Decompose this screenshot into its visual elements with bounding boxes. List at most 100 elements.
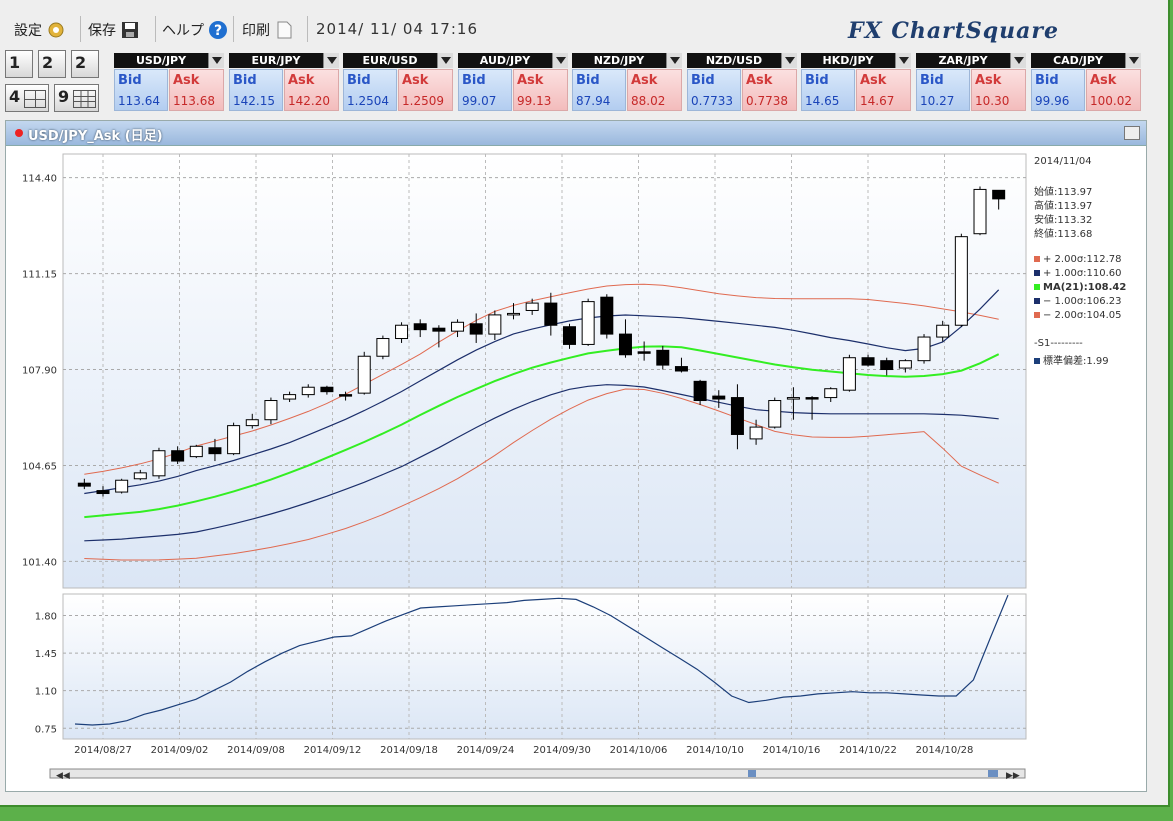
ask-label: Ask (402, 73, 429, 88)
bid-button[interactable]: Bid 1.2504 (343, 69, 397, 111)
quote-zar-jpy[interactable]: ZAR/JPY Bid 10.27 Ask 10.30 (916, 53, 1026, 111)
layout-9-label: 9 (58, 87, 70, 106)
bid-price: 0.7733 (691, 94, 733, 108)
quote-usd-jpy[interactable]: USD/JPY Bid 113.64 Ask 113.68 (114, 53, 224, 111)
ask-button[interactable]: Ask 10.30 (971, 69, 1026, 111)
layout-4-label: 4 (9, 87, 21, 106)
x-tick-label: 2014/10/28 (916, 745, 974, 756)
layout-4-button[interactable]: 4 (5, 84, 49, 112)
quote-cad-jpy[interactable]: CAD/JPY Bid 99.96 Ask 100.02 (1031, 53, 1141, 111)
quote-aud-jpy[interactable]: AUD/JPY Bid 99.07 Ask 99.13 (458, 53, 568, 111)
bid-button[interactable]: Bid 87.94 (572, 69, 626, 111)
price-chart[interactable]: 114.40 111.15 107.90 104.65 101.40 2014/08/27… (6, 121, 1146, 791)
ask-button[interactable]: Ask 113.68 (169, 69, 224, 111)
candle-body (376, 338, 390, 357)
chevron-down-icon[interactable] (666, 53, 682, 68)
bid-button[interactable]: Bid 99.96 (1031, 69, 1085, 111)
ask-price: 99.13 (517, 94, 552, 108)
x-tick-label: 2014/09/24 (457, 745, 515, 756)
candle-body (320, 386, 334, 393)
candle-body (637, 351, 651, 354)
ask-label: Ask (288, 73, 315, 88)
bid-button[interactable]: Bid 99.07 (458, 69, 512, 111)
layout-2v-button[interactable]: 2 (71, 50, 99, 78)
chevron-down-icon[interactable] (552, 53, 568, 68)
bid-price: 87.94 (576, 94, 611, 108)
candle-body (544, 302, 558, 326)
candle-body (189, 445, 203, 458)
bb-plus2-swatch (1034, 256, 1040, 262)
x-tick-label: 2014/10/16 (763, 745, 821, 756)
candle-body (749, 426, 763, 440)
candle-body (507, 312, 521, 316)
layout-2v-label: 2 (75, 53, 87, 72)
save-button[interactable]: 保存 (88, 20, 140, 40)
ask-price: 10.30 (975, 94, 1010, 108)
h-scrollbar (49, 768, 1026, 779)
quote-eur-usd[interactable]: EUR/USD Bid 1.2504 Ask 1.2509 (343, 53, 453, 111)
candle-body (451, 321, 465, 332)
x-tick-label: 2014/10/10 (686, 745, 744, 756)
quote-hkd-jpy[interactable]: HKD/JPY Bid 14.65 Ask 14.67 (801, 53, 911, 111)
ask-button[interactable]: Ask 0.7738 (742, 69, 797, 111)
bid-price: 14.65 (805, 94, 840, 108)
bb-minus1-text: − 1.00σ:106.23 (1043, 296, 1122, 307)
bid-price: 113.64 (118, 94, 160, 108)
legend-bb-plus1: + 1.00σ:110.60 (1034, 268, 1122, 279)
layout-2h-button[interactable]: 2 (38, 50, 66, 78)
ask-button[interactable]: Ask 1.2509 (398, 69, 453, 111)
help-button[interactable]: ヘルプ ? (162, 20, 228, 40)
candle-body (880, 360, 894, 371)
bb-minus2-text: − 2.00σ:104.05 (1043, 310, 1122, 321)
layout-9-button[interactable]: 9 (54, 84, 99, 112)
legend-close: 終値:113.68 (1034, 229, 1093, 240)
candle-body (936, 324, 950, 338)
bb-plus1-swatch (1034, 270, 1040, 276)
candle-body (96, 490, 110, 495)
ask-button[interactable]: Ask 88.02 (627, 69, 682, 111)
chevron-down-icon[interactable] (1125, 53, 1141, 68)
candle-body (301, 386, 315, 396)
quote-symbol: EUR/JPY (251, 54, 301, 67)
bid-button[interactable]: Bid 14.65 (801, 69, 855, 111)
question-icon: ? (209, 21, 227, 39)
ask-button[interactable]: Ask 100.02 (1086, 69, 1141, 111)
bid-button[interactable]: Bid 10.27 (916, 69, 970, 111)
chevron-down-icon[interactable] (323, 53, 339, 68)
chevron-down-icon[interactable] (437, 53, 453, 68)
ask-button[interactable]: Ask 14.67 (856, 69, 911, 111)
bid-label: Bid (462, 73, 486, 88)
bid-button[interactable]: Bid 142.15 (229, 69, 283, 111)
bid-button[interactable]: Bid 0.7733 (687, 69, 741, 111)
bid-button[interactable]: Bid 113.64 (114, 69, 168, 111)
app-window: 設定 保存 ヘルプ ? 印刷 2014/ 11/ 04 17:16 FX Cha… (0, 0, 1170, 807)
y-tick-label: 104.65 (22, 461, 57, 472)
bb-minus2-swatch (1034, 312, 1040, 318)
quote-nzd-jpy[interactable]: NZD/JPY Bid 87.94 Ask 88.02 (572, 53, 682, 111)
legend-date: 2014/11/04 (1034, 156, 1092, 167)
chevron-down-icon[interactable] (1010, 53, 1026, 68)
quote-header: NZD/USD (687, 53, 797, 68)
print-button[interactable]: 印刷 (242, 20, 294, 40)
chevron-down-icon[interactable] (781, 53, 797, 68)
chevron-down-icon[interactable] (895, 53, 911, 68)
ask-button[interactable]: Ask 142.20 (284, 69, 339, 111)
bid-price: 99.07 (462, 94, 497, 108)
quote-nzd-usd[interactable]: NZD/USD Bid 0.7733 Ask 0.7738 (687, 53, 797, 111)
quote-header: EUR/USD (343, 53, 453, 68)
ask-button[interactable]: Ask 99.13 (513, 69, 568, 111)
bid-label: Bid (233, 73, 257, 88)
candle-body (805, 397, 819, 400)
settings-button[interactable]: 設定 (14, 20, 66, 40)
ask-price: 113.68 (173, 94, 215, 108)
quote-symbol: ZAR/JPY (938, 54, 988, 67)
chevron-down-icon[interactable] (208, 53, 224, 68)
quote-symbol: CAD/JPY (1053, 54, 1103, 67)
chart-panel: USD/JPY_Ask (日足) 114.40 111.15 107.90 104.6… (5, 120, 1147, 792)
quote-symbol: HKD/JPY (822, 54, 874, 67)
layout-1-button[interactable]: 1 (5, 50, 33, 78)
floppy-disk-icon (122, 22, 138, 38)
sub-y-tick-label: 1.80 (35, 611, 57, 622)
candle-body (600, 296, 614, 335)
quote-eur-jpy[interactable]: EUR/JPY Bid 142.15 Ask 142.20 (229, 53, 339, 111)
